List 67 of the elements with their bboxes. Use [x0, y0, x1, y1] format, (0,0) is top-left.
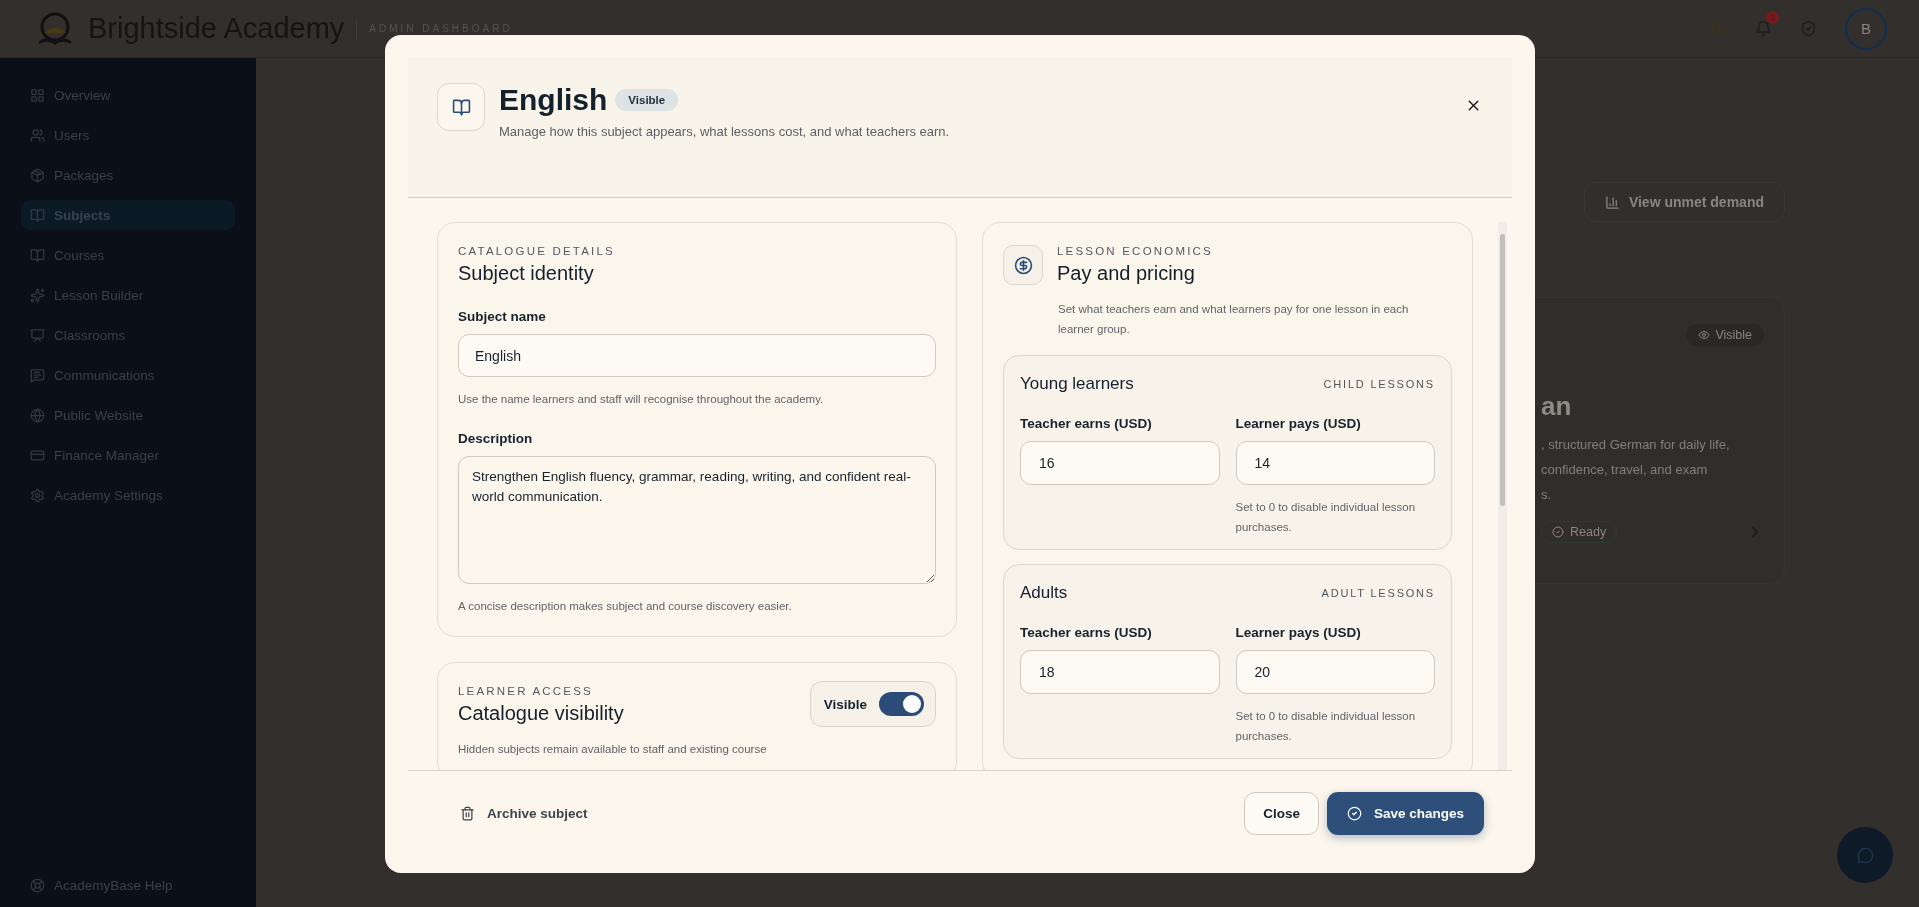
globe-icon — [30, 407, 45, 423]
box-icon — [30, 167, 45, 183]
book-icon — [437, 83, 485, 131]
card-icon — [30, 447, 45, 463]
check-icon — [1552, 526, 1564, 538]
field-label: Teacher earns (USD) — [1020, 416, 1153, 431]
chart-icon — [1604, 194, 1620, 210]
sparkle-icon — [30, 287, 45, 303]
check-icon — [1346, 805, 1362, 821]
bell-icon[interactable] — [1755, 20, 1772, 37]
book-icon — [30, 207, 45, 223]
toggle-label: Visible — [823, 696, 867, 712]
save-button[interactable]: Save changes — [1326, 791, 1484, 835]
field-hint: A concise description makes subject and course discovery easier. — [458, 599, 793, 614]
eye-icon — [1698, 329, 1711, 341]
price-field[interactable]: 14 — [1235, 441, 1435, 485]
price-field[interactable]: 18 — [1020, 650, 1220, 694]
field-hint: Use the name learners and staff will recognise throughout the academy. — [458, 392, 825, 407]
scrollbar[interactable] — [1498, 222, 1507, 770]
visibility-switch[interactable] — [879, 692, 924, 716]
field-label: Subject name — [458, 309, 547, 324]
dialog-subtitle: Manage how this subject appears, what lessons cost, and what teachers earn. — [499, 124, 950, 139]
card-title: an — [1541, 391, 1573, 422]
chat-icon — [30, 367, 45, 383]
group-tag: ADULT LESSONS — [1321, 587, 1435, 599]
dollar-icon — [1003, 245, 1043, 285]
section-eyebrow: LEARNER ACCESS — [458, 685, 594, 697]
archive-button[interactable]: Archive subject — [460, 805, 588, 821]
section-description: Set what teachers earn and what learners pay for one lesson in each learner group. — [1058, 302, 1410, 337]
easel-icon — [30, 327, 45, 343]
unmet-demand-button[interactable]: View unmet demand — [1583, 182, 1785, 222]
card-description: confidence, travel, and exam — [1541, 461, 1709, 479]
card-description: s. — [1541, 486, 1553, 504]
user-avatar[interactable]: B — [1845, 7, 1887, 50]
section-title: Catalogue visibility — [458, 702, 624, 725]
section-title: Pay and pricing — [1057, 262, 1196, 285]
group-title: Young learners — [1020, 374, 1134, 394]
close-button[interactable]: Close — [1244, 791, 1319, 835]
trash-icon — [460, 805, 475, 821]
users-icon — [30, 127, 45, 143]
group-title: Adults — [1020, 583, 1068, 603]
group-tag: CHILD LESSONS — [1323, 378, 1435, 390]
book-icon — [30, 247, 45, 263]
section-eyebrow: LESSON ECONOMICS — [1057, 245, 1213, 257]
section-title: Subject identity — [458, 262, 595, 285]
lifebuoy-icon — [30, 878, 45, 893]
dialog-title: English — [499, 83, 608, 117]
grid-icon — [30, 87, 45, 103]
field-label: Teacher earns (USD) — [1020, 625, 1153, 640]
chat-button[interactable] — [1837, 827, 1893, 883]
field-hint: Set to 0 to disable individual lesson purchases. — [1235, 500, 1417, 535]
visibility-badge: Visible — [1686, 324, 1764, 346]
section-hint: Hidden subjects remain available to staff and existing course — [458, 742, 768, 757]
price-field[interactable]: 20 — [1235, 650, 1435, 694]
brand-logo — [36, 10, 74, 47]
card-description: , structured German for daily life, — [1541, 436, 1731, 454]
section-eyebrow: CATALOGUE DETAILS — [458, 245, 616, 257]
field-label: Learner pays (USD) — [1235, 416, 1362, 431]
description-field[interactable]: Strengthen English fluency, grammar, reading, writing, and confident real-world communication. — [458, 456, 936, 584]
price-field[interactable]: 16 — [1020, 441, 1220, 485]
settings-icon — [30, 487, 45, 503]
visibility-badge: Visible — [615, 89, 679, 111]
field-label: Learner pays (USD) — [1235, 625, 1362, 640]
field-hint: Set to 0 to disable individual lesson purchases. — [1235, 709, 1417, 744]
subject-name-field[interactable]: English — [458, 334, 936, 377]
field-label: Description — [458, 431, 534, 446]
chat-icon — [1856, 846, 1874, 864]
